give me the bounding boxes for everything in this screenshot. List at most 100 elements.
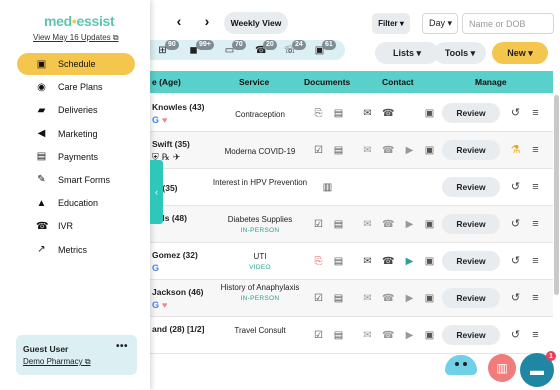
medessist-logo[interactable]: med•essist — [44, 13, 115, 29]
badge-phone[interactable]: ☎ 20 — [255, 40, 277, 58]
book-icon[interactable]: ▥ — [488, 354, 516, 382]
day-select[interactable]: Day ▾ — [422, 13, 458, 34]
message-icon[interactable]: ▣ — [424, 108, 435, 119]
video-icon[interactable]: ▶ — [404, 219, 415, 230]
message-icon[interactable]: ▣ — [424, 256, 435, 267]
review-button[interactable]: Review — [442, 251, 500, 271]
clipboard-search-icon[interactable]: ⎘ — [313, 108, 324, 119]
table-row[interactable]: Gomez (32) G UTI VIDEO ⎘ ▤ ✉ ☎ ▶ ▣ Review… — [150, 243, 553, 280]
sidebar-item-deliveries[interactable]: ▰ Deliveries — [17, 99, 135, 121]
review-button[interactable]: Review — [442, 325, 500, 345]
new-button[interactable]: New ▾ — [492, 42, 548, 64]
weekly-view-button[interactable]: Weekly View — [224, 12, 288, 34]
sidebar-item-metrics[interactable]: ↗ Metrics — [17, 239, 135, 261]
col-name[interactable]: e (Age) — [152, 77, 181, 87]
refresh-icon[interactable]: ↺ — [510, 218, 521, 230]
patient-name[interactable]: Jackson (46) — [152, 287, 204, 297]
table-row[interactable]: olds (48) Diabetes Supplies IN-PERSON ☑ ▤… — [150, 206, 553, 243]
phone-icon[interactable]: ☎ — [382, 256, 394, 267]
tools-button[interactable]: Tools ▾ — [434, 42, 486, 64]
checkbox-icon[interactable]: ☑ — [313, 330, 324, 341]
refresh-icon[interactable]: ↺ — [510, 329, 521, 341]
table-scrollbar[interactable] — [554, 95, 559, 295]
sidebar-item-marketing[interactable]: ◀ Marketing — [17, 123, 135, 145]
video-icon[interactable]: ▶ — [404, 293, 415, 304]
sidebar-item-care-plans[interactable]: ◉ Care Plans — [17, 76, 135, 98]
phone-icon[interactable]: ☎ — [382, 108, 394, 119]
sidebar-item-payments[interactable]: ▤ Payments — [17, 146, 135, 168]
phone-icon[interactable]: ☎ — [382, 219, 394, 230]
filter-button[interactable]: Filter ▾ — [372, 13, 410, 34]
checkbox-icon[interactable]: ☑ — [313, 293, 324, 304]
review-button[interactable]: Review — [442, 214, 500, 234]
patient-name[interactable]: and (28) [1/2] — [152, 324, 204, 334]
list-icon[interactable]: ≡ — [530, 218, 541, 230]
phone-icon[interactable]: ☎ — [382, 330, 394, 341]
refresh-icon[interactable]: ↺ — [510, 292, 521, 304]
notes-icon[interactable]: ▤ — [333, 256, 344, 267]
pill-bottle-icon[interactable]: ⚗ — [510, 144, 521, 156]
email-icon[interactable]: ✉ — [362, 256, 373, 267]
book-icon[interactable]: ▥ — [322, 182, 333, 193]
email-icon[interactable]: ✉ — [362, 145, 373, 156]
clipboard-search-icon[interactable]: ⎘ — [313, 256, 324, 267]
message-icon[interactable]: ▣ — [424, 293, 435, 304]
checkbox-icon[interactable]: ☑ — [313, 219, 324, 230]
review-button[interactable]: Review — [442, 288, 500, 308]
lists-button[interactable]: Lists ▾ — [375, 42, 439, 64]
email-icon[interactable]: ✉ — [362, 219, 373, 230]
refresh-icon[interactable]: ↺ — [510, 107, 521, 119]
checkbox-icon[interactable]: ☑ — [313, 145, 324, 156]
list-icon[interactable]: ≡ — [530, 144, 541, 156]
review-button[interactable]: Review — [442, 103, 500, 123]
next-week-button[interactable]: › — [200, 14, 214, 28]
table-row[interactable]: Jackson (46) G ♥ History of Anaphylaxis IN… — [150, 280, 553, 317]
badge-chat[interactable]: ▣ 61 — [314, 40, 336, 58]
video-icon[interactable]: ▶ — [404, 330, 415, 341]
refresh-icon[interactable]: ↺ — [510, 181, 521, 193]
sidebar-item-ivr[interactable]: ☎ IVR — [17, 215, 135, 237]
email-icon[interactable]: ✉ — [362, 108, 373, 119]
patient-name[interactable]: Knowles (43) — [152, 102, 204, 112]
badge-missed-call[interactable]: ☏ 24 — [284, 40, 306, 58]
message-icon[interactable]: ▣ — [424, 145, 435, 156]
phone-icon[interactable]: ☎ — [382, 145, 394, 156]
badge-folder[interactable]: ▭ 70 — [224, 40, 246, 58]
chat-icon[interactable]: ▬ 1 — [520, 351, 556, 387]
col-service[interactable]: Service — [239, 77, 269, 87]
pharmacy-link[interactable]: Demo Pharmacy ⧉ — [23, 357, 91, 367]
notes-icon[interactable]: ▤ — [333, 108, 344, 119]
message-icon[interactable]: ▣ — [424, 330, 435, 341]
badge-box[interactable]: ◼ 99+ — [188, 40, 214, 58]
video-icon[interactable]: ▶ — [404, 256, 415, 267]
search-input[interactable]: Name or DOB — [462, 13, 554, 34]
email-icon[interactable]: ✉ — [362, 293, 373, 304]
table-row[interactable]: ift (35) Interest in HPV Prevention ▥ Re… — [150, 169, 553, 206]
notes-icon[interactable]: ▤ — [333, 330, 344, 341]
list-icon[interactable]: ≡ — [530, 292, 541, 304]
notes-icon[interactable]: ▤ — [333, 293, 344, 304]
list-icon[interactable]: ≡ — [530, 107, 541, 119]
refresh-icon[interactable]: ↺ — [510, 255, 521, 267]
table-row[interactable]: Swift (35) ⛨ ℞ ✈ Moderna COVID-19 ☑ ▤ ✉ ☎ … — [150, 132, 553, 169]
notes-icon[interactable]: ▤ — [333, 145, 344, 156]
email-icon[interactable]: ✉ — [362, 330, 373, 341]
badge-intake[interactable]: ⊞ 90 — [157, 40, 179, 58]
sidebar-item-education[interactable]: ▲ Education — [17, 192, 135, 214]
phone-icon[interactable]: ☎ — [382, 293, 394, 304]
collapse-sidebar-tab[interactable]: ‹ — [150, 160, 163, 224]
more-options-icon[interactable]: ••• — [116, 341, 128, 352]
sidebar-item-smart-forms[interactable]: ✎ Smart Forms — [17, 169, 135, 191]
previous-week-button[interactable]: ‹ — [172, 14, 186, 28]
sidebar-item-schedule[interactable]: ▣ Schedule — [17, 53, 135, 75]
table-row[interactable]: Knowles (43) G ♥ Contraception ⎘ ▤ ✉ ☎ ▣ … — [150, 95, 553, 132]
video-icon[interactable]: ▶ — [404, 145, 415, 156]
notes-icon[interactable]: ▤ — [333, 219, 344, 230]
updates-link[interactable]: View May 16 Updates ⧉ — [33, 33, 119, 43]
patient-name[interactable]: Swift (35) — [152, 139, 190, 149]
review-button[interactable]: Review — [442, 177, 500, 197]
list-icon[interactable]: ≡ — [530, 181, 541, 193]
message-icon[interactable]: ▣ — [424, 219, 435, 230]
review-button[interactable]: Review — [442, 140, 500, 160]
list-icon[interactable]: ≡ — [530, 329, 541, 341]
